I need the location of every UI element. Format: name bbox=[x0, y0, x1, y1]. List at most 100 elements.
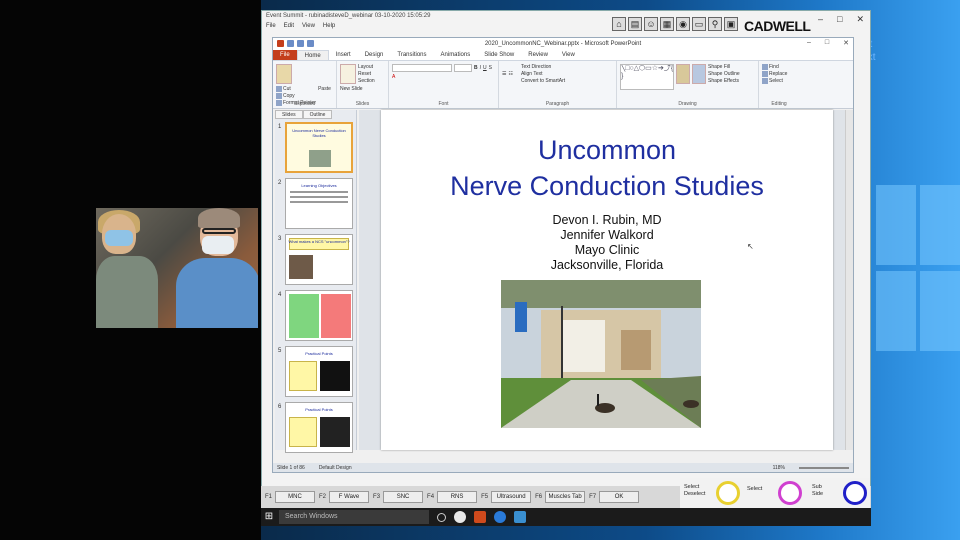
text-direction-button[interactable]: Text Direction bbox=[521, 64, 565, 70]
thumbnail-number: 5 bbox=[278, 348, 282, 354]
tab-file[interactable]: File bbox=[273, 50, 297, 60]
arrange-icon[interactable] bbox=[676, 64, 690, 84]
thumbnail-preview: Uncommon Nerve Conduction Studies bbox=[285, 122, 353, 173]
underline-button[interactable]: U bbox=[483, 64, 487, 72]
paste-icon[interactable] bbox=[276, 64, 292, 84]
bullets-icon[interactable]: ☰ bbox=[502, 64, 506, 84]
tab-slides[interactable]: Slides bbox=[275, 110, 303, 119]
convert-smartart-button[interactable]: Convert to SmartArt bbox=[521, 78, 565, 84]
save-icon[interactable] bbox=[287, 40, 294, 47]
slide-thumbnail-5[interactable]: 5 Practical Points bbox=[275, 346, 355, 398]
home-icon[interactable]: ⌂ bbox=[612, 17, 626, 31]
shape-outline-button[interactable]: Shape Outline bbox=[708, 71, 740, 77]
numbering-icon[interactable]: ☷ bbox=[508, 64, 512, 84]
find-button[interactable]: Find bbox=[762, 64, 787, 70]
save-icon[interactable]: ▣ bbox=[724, 17, 738, 31]
slide-authors[interactable]: Devon I. Rubin, MD Jennifer Walkord Mayo… bbox=[381, 213, 833, 273]
start-button-icon[interactable]: ⊞ bbox=[261, 509, 277, 525]
slides-group: Layout Reset Section New Slide Slides bbox=[337, 61, 389, 108]
close-button[interactable]: ✕ bbox=[856, 14, 864, 25]
slide-thumbnail-6[interactable]: 6 Practical Points bbox=[275, 402, 355, 454]
knob-3-dial[interactable] bbox=[843, 481, 867, 505]
strikethrough-button[interactable]: S bbox=[489, 64, 492, 72]
quick-styles-icon[interactable] bbox=[692, 64, 706, 84]
new-slide-label[interactable]: New Slide bbox=[340, 86, 363, 92]
menu-file[interactable]: File bbox=[266, 23, 276, 33]
fkey-ultrasound-button[interactable]: Ultrasound bbox=[491, 491, 532, 503]
ppt-close-button[interactable]: ✕ bbox=[843, 39, 849, 47]
fkey-mnc-button[interactable]: MNC bbox=[275, 491, 316, 503]
monitor-icon[interactable]: ▭ bbox=[692, 17, 706, 31]
camera-icon[interactable]: ◉ bbox=[676, 17, 690, 31]
slide-thumbnail-3[interactable]: 3 What makes a NCS "uncommon"? bbox=[275, 234, 355, 286]
current-slide[interactable]: Uncommon Nerve Conduction Studies Devon … bbox=[381, 110, 833, 450]
fkey-fwave-button[interactable]: F Wave bbox=[329, 491, 370, 503]
cut-button[interactable]: Cut bbox=[276, 86, 316, 92]
copy-button[interactable]: Copy bbox=[276, 93, 316, 99]
fkey-rns-button[interactable]: RNS bbox=[437, 491, 478, 503]
font-size-select[interactable] bbox=[454, 64, 472, 72]
patient-icon[interactable]: ☺ bbox=[644, 17, 658, 31]
cadwell-toolbar: ⌂ ▤ ☺ ▦ ◉ ▭ ⚲ ▣ bbox=[612, 17, 738, 31]
align-text-button[interactable]: Align Text bbox=[521, 71, 565, 77]
slide-thumbnail-4[interactable]: 4 bbox=[275, 290, 355, 342]
undo-icon[interactable] bbox=[297, 40, 304, 47]
taskbar-search-input[interactable]: Search Windows bbox=[279, 510, 429, 524]
clock-app-icon[interactable] bbox=[454, 511, 466, 523]
menu-help[interactable]: Help bbox=[323, 23, 335, 33]
font-color-button[interactable]: A bbox=[392, 74, 395, 80]
ppt-app-icon[interactable] bbox=[277, 40, 284, 47]
italic-button[interactable]: I bbox=[480, 64, 481, 72]
fkey-ok-button[interactable]: OK bbox=[599, 491, 640, 503]
menu-edit[interactable]: Edit bbox=[284, 23, 294, 33]
slide-thumbnail-2[interactable]: 2 Learning Objectives bbox=[275, 178, 355, 230]
replace-button[interactable]: Replace bbox=[762, 71, 787, 77]
ppt-titlebar: 2020_UncommonNC_Webinar.pptx - Microsoft… bbox=[273, 38, 853, 50]
shapes-gallery[interactable]: ╲□○△⬡▭☆➔⤴{ } bbox=[620, 64, 674, 90]
maximize-button[interactable]: □ bbox=[837, 14, 842, 25]
shape-effects-button[interactable]: Shape Effects bbox=[708, 78, 740, 84]
tab-home[interactable]: Home bbox=[296, 50, 329, 60]
menu-view[interactable]: View bbox=[302, 23, 315, 33]
bold-button[interactable]: B bbox=[474, 64, 478, 72]
zoom-slider[interactable] bbox=[799, 466, 849, 469]
minimize-button[interactable]: – bbox=[818, 14, 823, 25]
shape-fill-button[interactable]: Shape Fill bbox=[708, 64, 740, 70]
knob-1-dial[interactable] bbox=[716, 481, 740, 505]
tab-outline[interactable]: Outline bbox=[302, 110, 333, 119]
slide-title[interactable]: Uncommon Nerve Conduction Studies bbox=[381, 132, 833, 204]
tab-insert[interactable]: Insert bbox=[329, 50, 358, 60]
knob-2-dial[interactable] bbox=[778, 481, 802, 505]
ppt-maximize-button[interactable]: □ bbox=[825, 39, 829, 47]
thumbnail-title: Uncommon Nerve Conduction Studies bbox=[292, 128, 346, 138]
zoom-level[interactable]: 118% bbox=[773, 465, 785, 471]
layout-button[interactable]: Layout bbox=[358, 64, 375, 70]
search-icon[interactable]: ⚲ bbox=[708, 17, 722, 31]
new-slide-icon[interactable] bbox=[340, 64, 356, 84]
fkey-snc-button[interactable]: SNC bbox=[383, 491, 424, 503]
cadwell-taskbar-icon[interactable] bbox=[514, 511, 526, 523]
vertical-scrollbar[interactable] bbox=[845, 110, 853, 450]
tab-animations[interactable]: Animations bbox=[434, 50, 478, 60]
webcam-video bbox=[96, 208, 258, 328]
report-icon[interactable]: ▦ bbox=[660, 17, 674, 31]
edge-browser-icon[interactable] bbox=[494, 511, 506, 523]
fkey-muscles-tab-button[interactable]: Muscles Tab bbox=[545, 491, 586, 503]
select-button[interactable]: Select bbox=[762, 78, 787, 84]
print-icon[interactable]: ▤ bbox=[628, 17, 642, 31]
slide-thumbnail-1[interactable]: 1 Uncommon Nerve Conduction Studies bbox=[275, 122, 355, 174]
tab-design[interactable]: Design bbox=[358, 50, 391, 60]
font-name-select[interactable] bbox=[392, 64, 452, 72]
tab-transitions[interactable]: Transitions bbox=[390, 50, 433, 60]
powerpoint-taskbar-icon[interactable] bbox=[474, 511, 486, 523]
tab-slide-show[interactable]: Slide Show bbox=[477, 50, 521, 60]
ppt-minimize-button[interactable]: – bbox=[807, 39, 811, 47]
tab-review[interactable]: Review bbox=[521, 50, 555, 60]
section-button[interactable]: Section bbox=[358, 78, 375, 84]
reset-button[interactable]: Reset bbox=[358, 71, 375, 77]
font-group: B I U S A Font bbox=[389, 61, 499, 108]
redo-icon[interactable] bbox=[307, 40, 314, 47]
tab-view[interactable]: View bbox=[555, 50, 582, 60]
task-view-icon[interactable] bbox=[437, 512, 446, 522]
slide-photo-campus[interactable] bbox=[501, 280, 701, 428]
